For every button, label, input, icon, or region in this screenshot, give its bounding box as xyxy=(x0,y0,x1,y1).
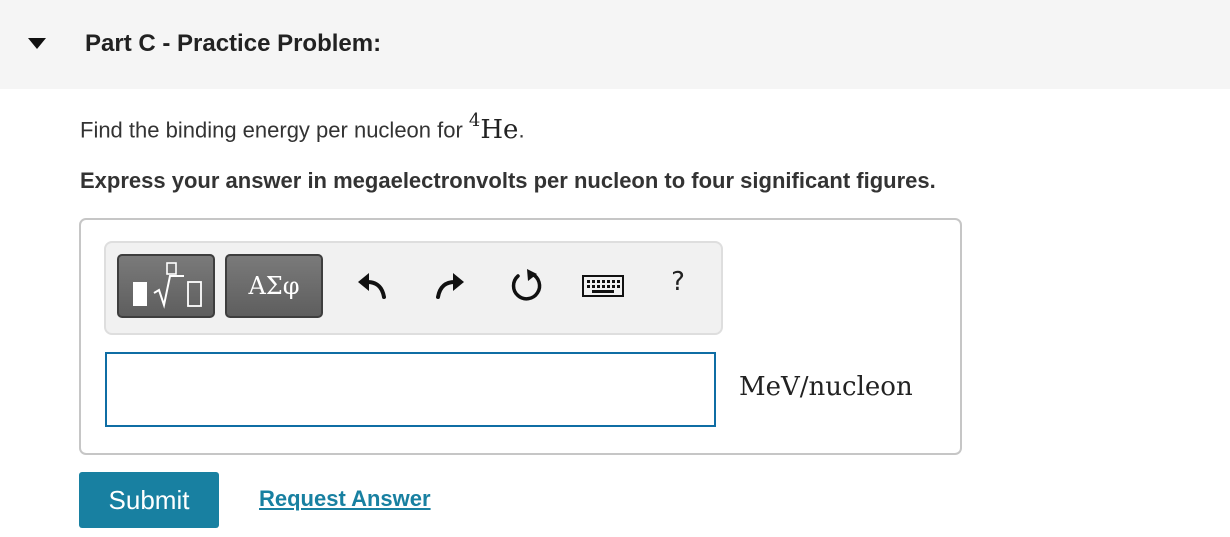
math-toolbar: ΑΣφ ? xyxy=(104,241,723,335)
help-button[interactable]: ? xyxy=(658,263,698,307)
symbols-button[interactable]: ΑΣφ xyxy=(225,254,323,318)
answer-box: ΑΣφ ? MeV/nucleon xyxy=(79,218,962,455)
submit-button[interactable]: Submit xyxy=(79,472,219,528)
symbols-label: ΑΣφ xyxy=(248,272,300,300)
redo-icon xyxy=(436,273,464,299)
keyboard-icon xyxy=(582,275,624,297)
question-prefix: Find the binding energy per nucleon for xyxy=(80,117,469,143)
request-answer-link[interactable]: Request Answer xyxy=(259,486,431,512)
reset-icon xyxy=(511,269,542,301)
templates-button[interactable] xyxy=(117,254,215,318)
collapse-caret-icon[interactable] xyxy=(28,38,46,49)
part-header: Part C - Practice Problem: xyxy=(0,0,1230,89)
answer-input[interactable] xyxy=(105,352,716,427)
reset-button[interactable] xyxy=(506,263,546,307)
question-suffix: . xyxy=(518,117,525,143)
redo-button[interactable] xyxy=(430,263,470,307)
undo-button[interactable] xyxy=(352,263,392,307)
help-label: ? xyxy=(671,267,685,297)
nuclide-mass-number: 4 xyxy=(468,110,481,131)
question-text: Find the binding energy per nucleon for … xyxy=(80,110,525,145)
nuclide-symbol: He xyxy=(480,114,519,145)
keyboard-button[interactable] xyxy=(580,263,626,307)
answer-instruction: Express your answer in megaelectronvolts… xyxy=(80,168,936,193)
nuclide-notation: 4He xyxy=(469,110,519,145)
answer-unit: MeV/nucleon xyxy=(739,372,913,402)
part-title: Part C - Practice Problem: xyxy=(85,30,382,57)
templates-sqrt-icon xyxy=(133,262,202,309)
undo-icon xyxy=(358,273,386,299)
